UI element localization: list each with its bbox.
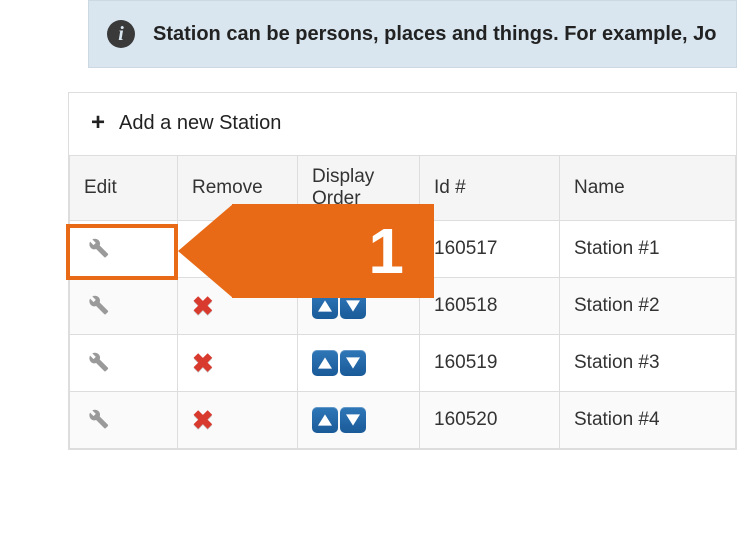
panel-header: + Add a new Station [69,93,736,155]
wrench-icon[interactable] [84,404,110,430]
info-icon: i [107,20,135,48]
cell-name: Station #2 [560,278,736,335]
stations-table: Edit Remove Display Order Id # Name 1605… [69,155,736,449]
stations-panel: + Add a new Station Edit Remove Display … [68,92,737,450]
move-up-button[interactable] [312,407,338,433]
cell-name: Station #1 [560,221,736,278]
add-station-button[interactable]: + Add a new Station [91,111,281,135]
move-down-button[interactable] [340,407,366,433]
cell-name: Station #3 [560,335,736,392]
table-row: ✖ 160520Station #4 [70,392,736,449]
cell-name: Station #4 [560,392,736,449]
table-row: ✖ 160518Station #2 [70,278,736,335]
col-header-remove: Remove [178,156,298,221]
move-up-button[interactable] [312,350,338,376]
delete-icon[interactable]: ✖ [192,348,214,378]
move-down-button[interactable] [340,293,366,319]
wrench-icon[interactable] [84,290,110,316]
plus-icon: + [91,111,105,135]
cell-id: 160519 [420,335,560,392]
delete-icon[interactable]: ✖ [192,405,214,435]
move-down-button[interactable] [340,350,366,376]
col-header-edit: Edit [70,156,178,221]
info-text: Station can be persons, places and thing… [153,23,716,46]
table-row: ✖ 160519Station #3 [70,335,736,392]
cell-id: 160517 [420,221,560,278]
cell-id: 160520 [420,392,560,449]
col-header-id: Id # [420,156,560,221]
delete-icon[interactable]: ✖ [192,291,214,321]
add-station-label: Add a new Station [119,112,281,135]
info-banner: i Station can be persons, places and thi… [88,0,737,68]
wrench-icon[interactable] [84,347,110,373]
cell-id: 160518 [420,278,560,335]
table-row: 160517Station #1 [70,221,736,278]
wrench-icon[interactable] [84,233,110,259]
col-header-order: Display Order [298,156,420,221]
col-header-name: Name [560,156,736,221]
move-up-button[interactable] [312,293,338,319]
